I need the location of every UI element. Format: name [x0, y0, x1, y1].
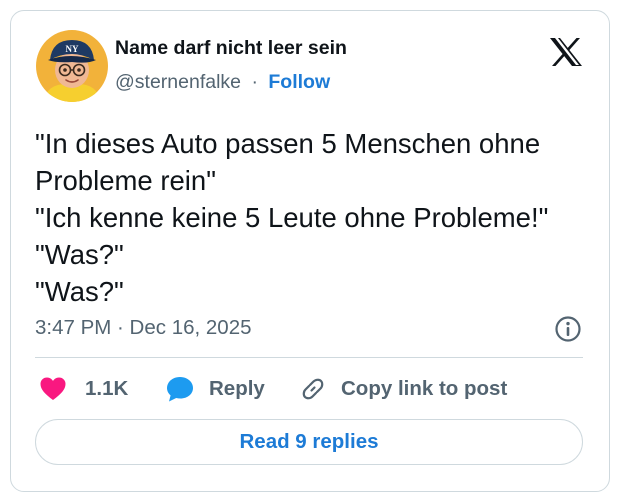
svg-text:NY: NY	[66, 44, 79, 54]
copy-link-label: Copy link to post	[341, 377, 508, 400]
x-logo-icon[interactable]	[549, 37, 583, 67]
author-display-name[interactable]: Name darf nicht leer sein	[115, 37, 347, 60]
tweet-card: NY Name darf nicht leer sein @sternenfal…	[10, 10, 610, 492]
tweet-line: "Ich kenne keine 5 Leute ohne Probleme!"	[35, 202, 549, 233]
info-icon[interactable]	[554, 315, 582, 343]
author-handle-row: @sternenfalke · Follow	[115, 71, 330, 94]
cartoon-avatar-icon: NY	[36, 30, 108, 102]
link-icon	[302, 378, 324, 400]
avatar[interactable]: NY	[36, 30, 108, 102]
tweet-line: "Was?"	[35, 276, 124, 307]
reply-button[interactable]: Reply	[165, 373, 265, 405]
follow-button[interactable]: Follow	[268, 71, 330, 93]
divider	[35, 357, 583, 358]
tweet-line: "Was?"	[35, 239, 124, 270]
like-button[interactable]: 1.1K	[39, 373, 128, 405]
tweet-line: Probleme rein"	[35, 165, 216, 196]
tweet-line: "In dieses Auto passen 5 Menschen ohne	[35, 128, 541, 159]
copy-link-button[interactable]: Copy link to post	[299, 373, 507, 405]
separator-dot: ·	[251, 71, 258, 93]
like-count: 1.1K	[85, 377, 129, 400]
heart-icon	[40, 377, 66, 400]
reply-bubble-icon	[167, 377, 193, 402]
author-handle[interactable]: @sternenfalke	[115, 71, 241, 93]
read-replies-button[interactable]: Read 9 replies	[35, 419, 583, 465]
reply-label: Reply	[209, 377, 265, 400]
tweet-body: "In dieses Auto passen 5 Menschen ohne P…	[35, 125, 595, 310]
tweet-timestamp[interactable]: 3:47 PM · Dec 16, 2025	[35, 316, 252, 340]
